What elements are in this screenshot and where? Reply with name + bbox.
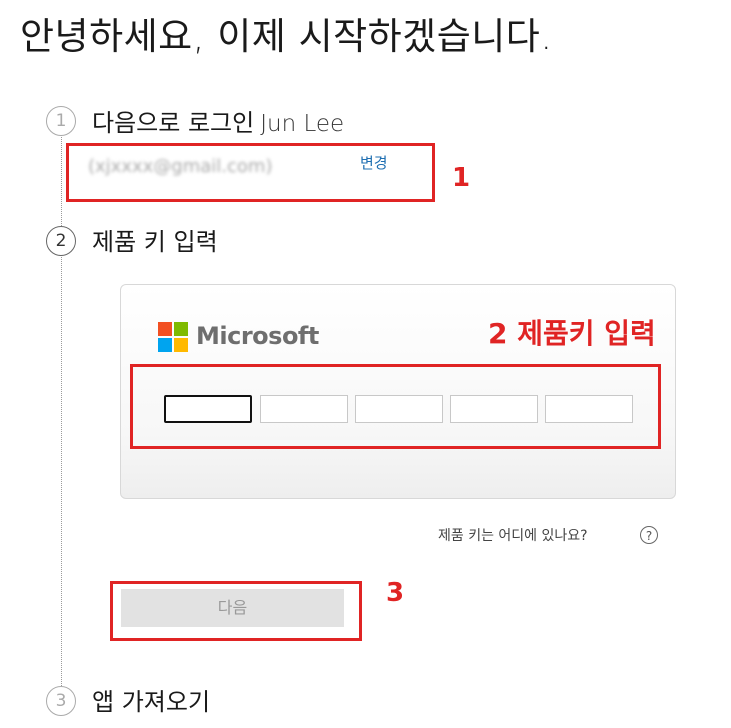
logo-square-blue: [158, 338, 172, 352]
microsoft-wordmark: Microsoft: [196, 322, 319, 350]
step-2-label: 제품 키 입력: [92, 228, 218, 256]
user-name: Jun Lee: [260, 111, 345, 137]
product-key-segment-4[interactable]: [450, 395, 538, 423]
step-3-label: 앱 가져오기: [92, 688, 211, 716]
product-key-segment-3[interactable]: [355, 395, 443, 423]
page-title: 안녕하세요, 이제 시작하겠습니다.: [20, 15, 553, 58]
question-icon[interactable]: ?: [640, 526, 658, 544]
microsoft-logo-icon: [158, 322, 188, 352]
product-key-segment-2[interactable]: [260, 395, 348, 423]
step-1-label: 다음으로 로그인 Jun Lee: [92, 103, 344, 138]
account-email: (xjxxxx@gmail.com): [88, 156, 273, 177]
next-button[interactable]: 다음: [121, 589, 344, 627]
annotation-label-3: 3: [386, 578, 405, 608]
annotation-label-1: 1: [452, 163, 471, 193]
where-is-product-key-link[interactable]: 제품 키는 어디에 있나요?: [438, 525, 588, 545]
step-1-number: 1: [46, 106, 76, 136]
change-account-link[interactable]: 변경: [360, 152, 388, 173]
product-key-segment-5[interactable]: [545, 395, 633, 423]
product-key-segment-1[interactable]: [164, 395, 252, 423]
logo-square-red: [158, 322, 172, 336]
logo-square-green: [174, 322, 188, 336]
step-1-text: 다음으로 로그인: [92, 109, 255, 137]
step-2-number: 2: [46, 226, 76, 256]
step-connector-line: [61, 135, 62, 690]
step-3-number: 3: [46, 686, 76, 716]
annotation-label-2: 2 제품키 입력: [488, 317, 656, 350]
logo-square-yellow: [174, 338, 188, 352]
